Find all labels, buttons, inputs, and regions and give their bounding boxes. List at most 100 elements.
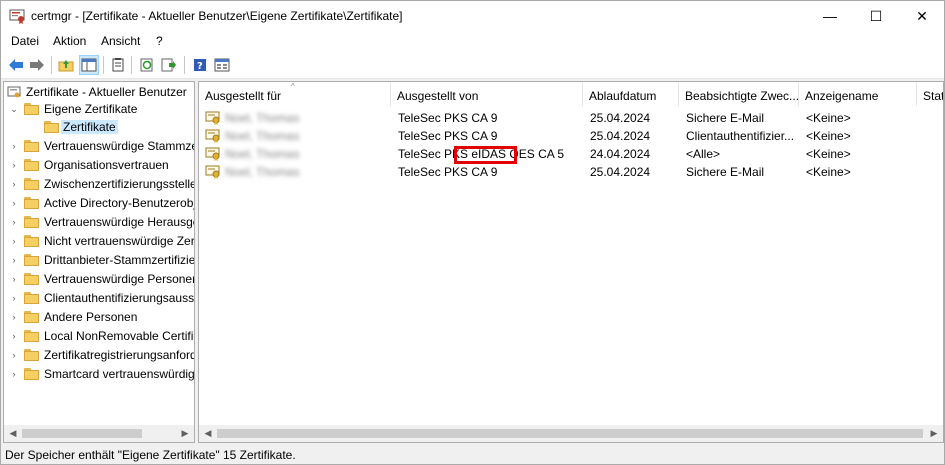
menu-datei[interactable]: Datei — [11, 34, 39, 48]
certificate-list[interactable]: Ausgestellt für ^ Ausgestellt von Ablauf… — [198, 81, 944, 443]
collapse-icon[interactable]: ⌄ — [9, 103, 19, 115]
expand-icon[interactable]: › — [9, 159, 19, 171]
back-icon — [9, 59, 23, 71]
table-row[interactable]: Noel, Thomas TeleSec PKS CA 9 25.04.2024… — [199, 127, 943, 146]
up-folder-button[interactable] — [56, 55, 76, 75]
show-hide-tree-button[interactable] — [79, 55, 99, 75]
console-icon — [214, 58, 230, 72]
menu-help[interactable]: ? — [156, 34, 163, 48]
column-header-issued-by[interactable]: Ausgestellt von — [391, 82, 583, 106]
toolbar-separator — [131, 56, 132, 74]
tree-item-label: Smartcard vertrauenswürdige — [44, 367, 195, 381]
refresh-button[interactable] — [137, 55, 157, 75]
scroll-right-icon[interactable]: ▶ — [927, 427, 941, 440]
expand-icon[interactable]: › — [9, 292, 19, 304]
table-row[interactable]: Noel, Thomas TeleSec PKS CA 9 25.04.2024… — [199, 109, 943, 128]
table-row[interactable]: Noel, Thomas TeleSec PKS eIDAS QES CA 5 … — [199, 145, 943, 164]
menu-ansicht[interactable]: Ansicht — [101, 34, 140, 48]
table-row[interactable]: Noel, Thomas TeleSec PKS CA 9 25.04.2024… — [199, 163, 943, 182]
expand-icon[interactable]: › — [9, 254, 19, 266]
tree-item-label: Vertrauenswürdige Herausgeb — [44, 215, 195, 229]
tree-item-label: Eigene Zertifikate — [44, 102, 138, 116]
purpose-cell: Clientauthentifizier... — [686, 129, 795, 143]
expand-icon[interactable]: › — [9, 216, 19, 228]
tree-item-zertifikate[interactable]: Zertifikate — [4, 118, 194, 137]
expiration-cell: 24.04.2024 — [590, 147, 651, 161]
status-text: Der Speicher enthält "Eigene Zertifikate… — [5, 448, 296, 462]
expand-icon[interactable]: › — [9, 349, 19, 361]
expand-icon[interactable]: › — [9, 330, 19, 342]
issued-to-cell: Noel, Thomas — [225, 165, 300, 179]
tree-item-label: Vertrauenswürdige Stammzer — [44, 139, 195, 153]
tree-item[interactable]: › Vertrauenswürdige Stammzer — [4, 137, 195, 156]
window-title: certmgr - [Zertifikate - Aktueller Benut… — [31, 9, 403, 23]
maximize-button[interactable]: ☐ — [853, 1, 899, 31]
scroll-left-icon[interactable]: ◀ — [201, 427, 215, 440]
scroll-right-icon[interactable]: ▶ — [178, 427, 192, 440]
certificate-icon — [205, 165, 220, 179]
certificate-icon — [205, 147, 220, 161]
menu-aktion[interactable]: Aktion — [53, 34, 86, 48]
scrollbar-thumb[interactable] — [217, 429, 923, 438]
expand-icon[interactable]: › — [9, 273, 19, 285]
scrollbar-thumb[interactable] — [22, 429, 142, 438]
column-header-status[interactable]: Stat — [917, 82, 944, 106]
tree-item[interactable]: › Clientauthentifizierungsausst — [4, 289, 195, 308]
tree-item-label: Zertifikatregistrierungsanford — [44, 348, 195, 362]
highlight-annotation-box — [454, 146, 517, 164]
tree-item[interactable]: › Andere Personen — [4, 308, 194, 327]
back-button[interactable] — [6, 55, 26, 75]
expand-icon[interactable]: › — [9, 197, 19, 209]
folder-icon — [24, 197, 39, 209]
expand-icon[interactable]: › — [9, 140, 19, 152]
refresh-icon — [140, 58, 153, 72]
tree-item[interactable]: › Zwischenzertifizierungsstellen — [4, 175, 195, 194]
tree-item[interactable]: › Active Directory-Benutzerobj — [4, 194, 195, 213]
expand-icon[interactable]: › — [9, 235, 19, 247]
tree-item-label: Andere Personen — [44, 310, 138, 324]
scroll-left-icon[interactable]: ◀ — [6, 427, 20, 440]
toolbar-separator — [184, 56, 185, 74]
expiration-cell: 25.04.2024 — [590, 111, 651, 125]
expand-icon[interactable]: › — [9, 368, 19, 380]
expand-icon[interactable]: › — [9, 178, 19, 190]
tree-horizontal-scrollbar[interactable]: ◀ ▶ — [4, 425, 194, 442]
properties-button[interactable] — [108, 55, 128, 75]
tree-item[interactable]: › Nicht vertrauenswürdige Zert — [4, 232, 195, 251]
issued-by-cell: TeleSec PKS CA 9 — [398, 165, 498, 179]
folder-icon — [44, 121, 59, 133]
column-header-purposes[interactable]: Beabsichtigte Zwec... — [679, 82, 799, 106]
forward-icon — [30, 59, 44, 71]
folder-icon — [24, 273, 39, 285]
tree-item[interactable]: › Zertifikatregistrierungsanford — [4, 346, 195, 365]
tree-pane[interactable]: Zertifikate - Aktueller Benutzer ⌄ Eigen… — [3, 81, 195, 443]
column-header-expiration[interactable]: Ablaufdatum — [583, 82, 679, 106]
forward-button[interactable] — [27, 55, 47, 75]
column-label: Stat — [923, 89, 944, 103]
tree-item-label: Active Directory-Benutzerobj — [44, 196, 195, 210]
tree-item[interactable]: › Smartcard vertrauenswürdige — [4, 365, 195, 384]
list-horizontal-scrollbar[interactable]: ◀ ▶ — [199, 425, 943, 442]
sort-ascending-icon: ^ — [291, 82, 295, 91]
help-button[interactable]: ? — [190, 55, 210, 75]
tree-item[interactable]: › Drittanbieter-Stammzertifizie — [4, 251, 195, 270]
tree-item[interactable]: › Vertrauenswürdige Herausgeb — [4, 213, 195, 232]
tree-item[interactable]: › Vertrauenswürdige Personen — [4, 270, 195, 289]
export-button[interactable] — [159, 55, 179, 75]
tree-item[interactable]: › Organisationsvertrauen — [4, 156, 194, 175]
minimize-button[interactable]: — — [807, 1, 853, 31]
friendly-name-cell: <Keine> — [806, 111, 851, 125]
tree-item-eigene-zertifikate[interactable]: ⌄ Eigene Zertifikate — [4, 100, 194, 119]
certmgr-window: certmgr - [Zertifikate - Aktueller Benut… — [0, 0, 945, 465]
column-header-issued-to[interactable]: Ausgestellt für ^ — [199, 82, 391, 106]
column-header-friendly-name[interactable]: Anzeigename — [799, 82, 917, 106]
folder-open-icon — [24, 103, 39, 115]
close-button[interactable]: ✕ — [899, 1, 945, 31]
column-label: Ablaufdatum — [589, 89, 657, 103]
console-button[interactable] — [212, 55, 232, 75]
tree-root-label: Zertifikate - Aktueller Benutzer — [26, 85, 187, 99]
tree-item[interactable]: › Local NonRemovable Certific — [4, 327, 195, 346]
purpose-cell: Sichere E-Mail — [686, 111, 765, 125]
expand-icon[interactable]: › — [9, 311, 19, 323]
tree-item-label: Vertrauenswürdige Personen — [44, 272, 195, 286]
